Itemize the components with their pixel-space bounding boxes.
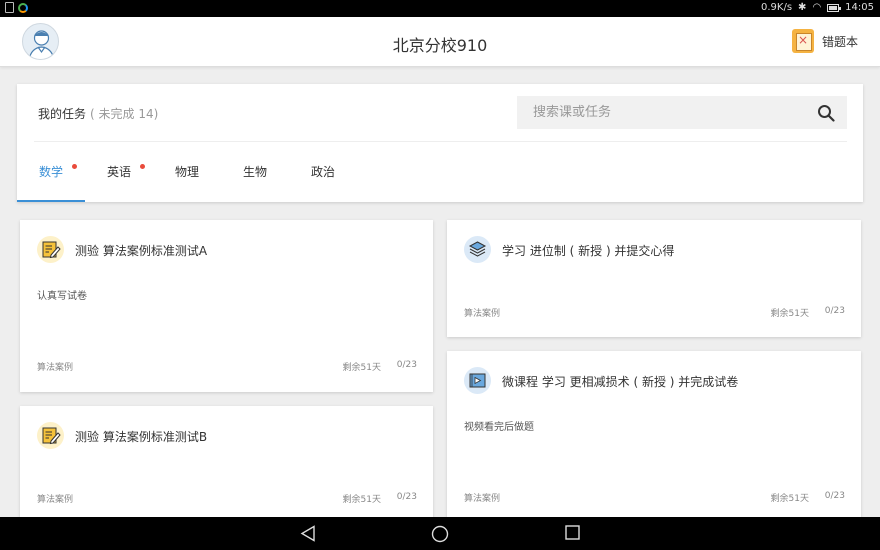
tab-label: 数学: [38, 165, 63, 179]
card-description: 视频看完后做题: [464, 422, 534, 433]
subject-tabs: 数学 英语 物理 生物 政治: [17, 156, 357, 202]
navigation-bar: [0, 517, 880, 550]
app-header: 北京分校910 错题本: [0, 17, 880, 67]
app-status-icon: [18, 2, 28, 13]
battery-icon: [827, 3, 842, 12]
unread-badge: [72, 164, 77, 169]
card-title: 微课程 学习 更相减损术 ( 新授 ) 并完成试卷: [502, 375, 739, 389]
layers-study-icon: [464, 236, 491, 263]
tab-english[interactable]: 英语: [85, 156, 153, 202]
tab-math[interactable]: 数学: [17, 156, 85, 202]
card-progress: 0/23: [824, 491, 845, 501]
search-input[interactable]: [517, 96, 807, 129]
clock: 14:05: [845, 2, 874, 13]
task-panel: 我的任务( 未完成 14) 数学 英语 物理 生物 政治: [17, 84, 863, 202]
wifi-icon: ◠: [812, 2, 822, 13]
tab-biology[interactable]: 生物: [221, 156, 289, 202]
card-progress: 0/23: [396, 360, 417, 370]
network-speed: 0.9K/s: [761, 2, 793, 13]
tab-label: 英语: [106, 165, 131, 179]
page-title: 北京分校910: [392, 36, 488, 55]
card-course: 算法案例: [464, 309, 501, 319]
tab-label: 政治: [310, 165, 335, 179]
task-card[interactable]: 微课程 学习 更相减损术 ( 新授 ) 并完成试卷 视频看完后做题 算法案例 剩…: [447, 351, 861, 523]
card-course: 算法案例: [37, 363, 74, 373]
mistake-book-label: 错题本: [821, 34, 858, 49]
card-remaining: 剩余51天: [770, 494, 809, 504]
card-title: 测验 算法案例标准测试B: [75, 430, 208, 444]
status-bar: 0.9K/s ✱ ◠ 14:05: [0, 0, 880, 17]
card-progress: 0/23: [396, 492, 417, 502]
task-title: 我的任务: [38, 107, 87, 121]
mistake-book-icon: [791, 29, 814, 53]
task-card[interactable]: 测验 算法案例标准测试B 算法案例 剩余51天 0/23: [20, 406, 433, 526]
card-remaining: 剩余51天: [770, 309, 809, 319]
mistake-book-button[interactable]: 错题本: [791, 29, 858, 53]
card-description: 认真写试卷: [37, 291, 87, 302]
back-icon[interactable]: [300, 525, 317, 542]
edit-quiz-icon: [37, 422, 64, 449]
task-card[interactable]: 测验 算法案例标准测试A 认真写试卷 算法案例 剩余51天 0/23: [20, 220, 433, 392]
recents-icon[interactable]: [565, 525, 580, 540]
task-card[interactable]: 学习 进位制 ( 新授 ) 并提交心得 算法案例 剩余51天 0/23: [447, 220, 861, 337]
divider: [34, 141, 847, 142]
card-remaining: 剩余51天: [342, 495, 381, 505]
notification-icon: [5, 2, 14, 13]
card-course: 算法案例: [37, 495, 74, 505]
card-remaining: 剩余51天: [342, 363, 381, 373]
search-icon[interactable]: [817, 104, 835, 122]
card-title: 学习 进位制 ( 新授 ) 并提交心得: [502, 244, 675, 258]
bluetooth-icon: ✱: [798, 2, 807, 13]
task-count: ( 未完成 14): [90, 107, 159, 121]
tab-politics[interactable]: 政治: [289, 156, 357, 202]
unread-badge: [140, 164, 145, 169]
card-progress: 0/23: [824, 306, 845, 316]
search-box: [517, 96, 847, 129]
tab-physics[interactable]: 物理: [153, 156, 221, 202]
card-course: 算法案例: [464, 494, 501, 504]
tab-label: 生物: [242, 165, 267, 179]
card-title: 测验 算法案例标准测试A: [75, 244, 208, 258]
video-course-icon: [464, 367, 491, 394]
home-icon[interactable]: [431, 525, 449, 543]
edit-quiz-icon: [37, 236, 64, 263]
tab-label: 物理: [174, 165, 199, 179]
task-heading: 我的任务( 未完成 14): [38, 105, 158, 122]
